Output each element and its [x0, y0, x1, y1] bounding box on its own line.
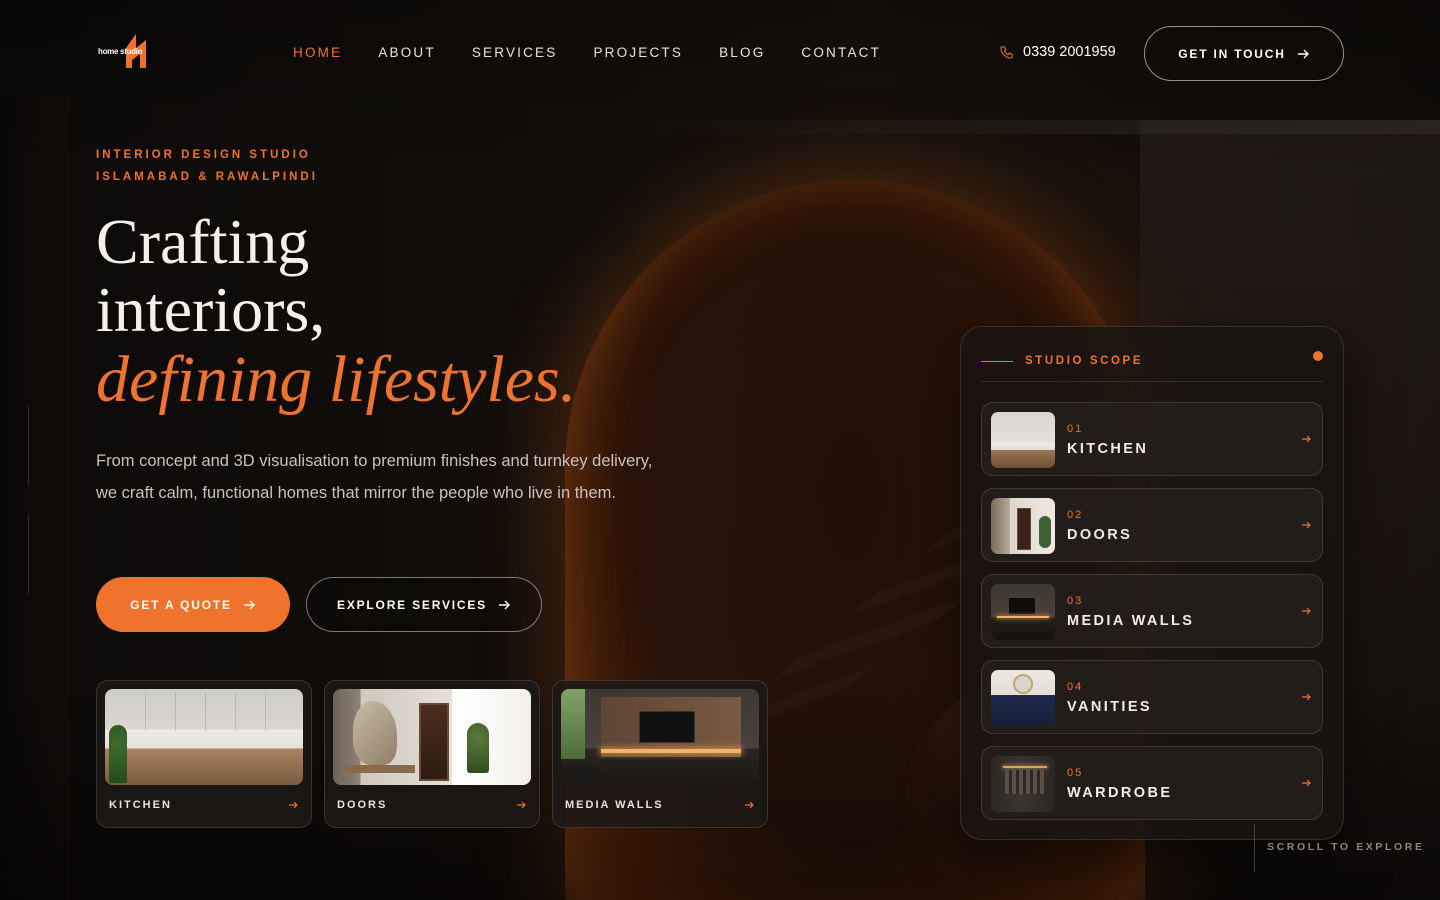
get-in-touch-label: GET IN TOUCH [1178, 46, 1286, 61]
explore-services-button[interactable]: EXPLORE SERVICES [306, 577, 542, 632]
feature-card-label: KITCHEN [109, 799, 172, 811]
get-a-quote-label: GET A QUOTE [130, 597, 232, 612]
wardrobe-thumb [991, 756, 1055, 812]
scope-item-doors[interactable]: 02 DOORS [981, 488, 1323, 562]
kitchen-thumb [991, 412, 1055, 468]
scope-item-vanities[interactable]: 04 VANITIES [981, 660, 1323, 734]
feature-card-label: DOORS [337, 799, 388, 811]
headline-accent: defining lifestyles. [96, 343, 577, 416]
doors-thumb [991, 498, 1055, 554]
scope-item-name: DOORS [1067, 527, 1133, 543]
arrow-right-icon [517, 801, 527, 809]
scope-item-media-walls[interactable]: 03 MEDIA WALLS [981, 574, 1323, 648]
arrow-right-icon [1302, 779, 1312, 787]
scope-item-number: 03 [1067, 595, 1084, 607]
arrow-right-icon [1302, 435, 1312, 443]
logo-text: home studio [98, 47, 143, 56]
nav-item-home[interactable]: HOME [293, 45, 342, 60]
nav-item-about[interactable]: ABOUT [378, 45, 436, 60]
scope-item-number: 02 [1067, 509, 1084, 521]
arrow-right-icon [1302, 693, 1312, 701]
arrow-right-icon [1297, 49, 1310, 59]
arrow-right-icon [1302, 607, 1312, 615]
kitchen-photo [105, 689, 303, 785]
feature-cards: KITCHEN DOORS MEDIA WALLS [96, 680, 768, 828]
scope-item-number: 01 [1067, 423, 1084, 435]
phone-number: 0339 2001959 [1023, 44, 1116, 60]
media-walls-photo [561, 689, 759, 785]
hero-description: From concept and 3D visualisation to pre… [96, 452, 653, 502]
logo[interactable]: home studio [98, 34, 152, 68]
scope-item-name: VANITIES [1067, 699, 1152, 715]
get-a-quote-button[interactable]: GET A QUOTE [96, 577, 290, 632]
background-ceiling-beam [620, 120, 1440, 134]
arrow-right-icon [745, 801, 755, 809]
media-walls-thumb [991, 584, 1055, 640]
scope-item-name: KITCHEN [1067, 441, 1149, 457]
nav-item-contact[interactable]: CONTACT [801, 45, 881, 60]
feature-card-kitchen[interactable]: KITCHEN [96, 680, 312, 828]
scope-item-number: 04 [1067, 681, 1084, 693]
main-nav: HOME ABOUT SERVICES PROJECTS BLOG CONTAC… [293, 45, 917, 60]
feature-card-label: MEDIA WALLS [565, 799, 664, 811]
nav-item-services[interactable]: SERVICES [472, 45, 558, 60]
scope-item-wardrobe[interactable]: 05 WARDROBE [981, 746, 1323, 820]
vanities-thumb [991, 670, 1055, 726]
phone-link[interactable]: 0339 2001959 [999, 44, 1116, 60]
site-header: home studio HOME ABOUT SERVICES PROJECTS… [0, 0, 1440, 95]
status-dot [1313, 351, 1323, 361]
scroll-hint[interactable]: SCROLL TO EXPLORE [1267, 841, 1425, 853]
hero-eyebrow: INTERIOR DESIGN STUDIO ISLAMABAD & RAWAL… [96, 144, 318, 188]
scope-item-name: MEDIA WALLS [1067, 613, 1195, 629]
nav-item-projects[interactable]: PROJECTS [593, 45, 683, 60]
get-in-touch-button[interactable]: GET IN TOUCH [1144, 26, 1344, 81]
headline-line-1: Crafting [96, 206, 310, 277]
side-divider-line [28, 405, 29, 485]
arrow-right-icon [498, 600, 511, 610]
doors-photo [333, 689, 531, 785]
scope-title: STUDIO SCOPE [1025, 355, 1144, 367]
scope-item-number: 05 [1067, 767, 1084, 779]
scroll-hint-line [1254, 824, 1255, 872]
background-wall-left [0, 95, 70, 900]
feature-card-media-walls[interactable]: MEDIA WALLS [552, 680, 768, 828]
hero-headline: Crafting interiors, defining lifestyles. [96, 208, 576, 414]
arrow-right-icon [1302, 521, 1312, 529]
scope-header: STUDIO SCOPE [981, 355, 1143, 367]
feature-card-doors[interactable]: DOORS [324, 680, 540, 828]
scope-item-name: WARDROBE [1067, 785, 1173, 801]
eyebrow-line-1: INTERIOR DESIGN STUDIO [96, 149, 311, 161]
side-divider-line [28, 515, 29, 595]
nav-item-blog[interactable]: BLOG [719, 45, 765, 60]
eyebrow-line-2: ISLAMABAD & RAWALPINDI [96, 171, 318, 183]
studio-scope-panel: STUDIO SCOPE 01 KITCHEN 02 DOORS 03 MEDI… [960, 326, 1344, 840]
scope-item-kitchen[interactable]: 01 KITCHEN [981, 402, 1323, 476]
arrow-right-icon [289, 801, 299, 809]
phone-icon [1000, 45, 1013, 59]
headline-line-2: interiors, [96, 274, 326, 345]
explore-services-label: EXPLORE SERVICES [337, 597, 487, 612]
scope-header-line [981, 360, 1013, 362]
scope-divider [981, 381, 1323, 382]
arrow-right-icon [243, 600, 256, 610]
